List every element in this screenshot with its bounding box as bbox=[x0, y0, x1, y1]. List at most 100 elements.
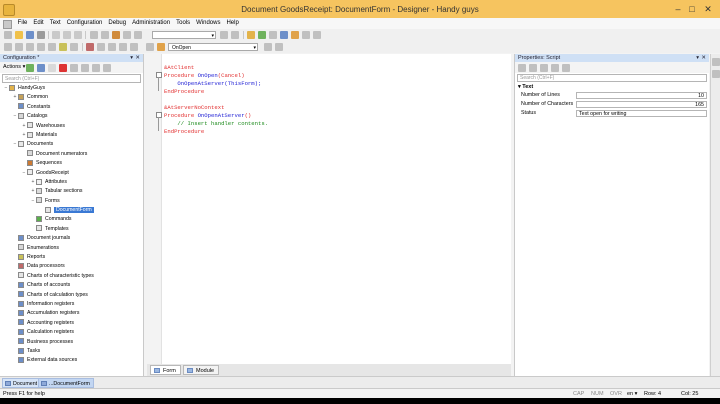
code-line[interactable]: &AtClient bbox=[164, 64, 194, 72]
filter-icon[interactable] bbox=[103, 64, 111, 72]
find-icon[interactable] bbox=[112, 31, 120, 39]
config-icon[interactable] bbox=[247, 31, 255, 39]
copy-icon[interactable] bbox=[63, 31, 71, 39]
tree-item[interactable]: Calculation registers bbox=[0, 328, 143, 337]
procedure-combo[interactable]: OnOpen ▾ bbox=[168, 43, 258, 51]
replace-icon[interactable] bbox=[123, 31, 131, 39]
tree-item[interactable]: Data processors bbox=[0, 262, 143, 271]
property-group[interactable]: ▾ Text bbox=[515, 83, 709, 91]
cut-icon[interactable] bbox=[52, 31, 60, 39]
redo-icon[interactable] bbox=[101, 31, 109, 39]
tree-item[interactable]: + Attributes bbox=[0, 178, 143, 187]
code-line[interactable]: &AtServerNoContext bbox=[164, 104, 224, 112]
sort-icon[interactable] bbox=[92, 64, 100, 72]
tree-item[interactable]: − GoodsReceipt bbox=[0, 169, 143, 178]
template-icon[interactable] bbox=[119, 43, 127, 51]
copy-icon[interactable] bbox=[48, 64, 56, 72]
goto-icon[interactable] bbox=[134, 31, 142, 39]
tree-item[interactable]: Commands bbox=[0, 215, 143, 224]
tree-item[interactable]: Tasks bbox=[0, 347, 143, 356]
pin-icon[interactable]: ▾ bbox=[696, 54, 699, 62]
search-combo[interactable]: ▾ bbox=[152, 31, 216, 39]
code-line[interactable]: EndProcedure bbox=[164, 128, 204, 136]
close-icon[interactable]: ✕ bbox=[701, 54, 706, 62]
tree-item[interactable]: Accumulation registers bbox=[0, 309, 143, 318]
search-next-icon[interactable] bbox=[220, 31, 228, 39]
configuration-search-input[interactable]: Search (Ctrl+F) bbox=[2, 74, 141, 83]
code-editor[interactable]: &AtClient Procedure OnOpen(Cancel) OnOpen… bbox=[147, 54, 511, 364]
property-value[interactable]: 10 bbox=[576, 92, 707, 99]
add-icon[interactable] bbox=[26, 64, 34, 72]
tree-item[interactable]: External data sources bbox=[0, 356, 143, 365]
close-button[interactable]: ✕ bbox=[702, 3, 714, 15]
code-line[interactable]: EndProcedure bbox=[164, 88, 204, 96]
code-line[interactable]: Procedure OnOpen(Cancel) bbox=[164, 72, 245, 80]
menu-file[interactable]: File bbox=[15, 18, 31, 29]
tree-item[interactable]: − Forms bbox=[0, 197, 143, 206]
side-tool-icon[interactable] bbox=[712, 70, 720, 78]
property-value[interactable]: 165 bbox=[576, 101, 707, 108]
menu-configuration[interactable]: Configuration bbox=[64, 18, 106, 29]
new-icon[interactable] bbox=[4, 31, 12, 39]
tree-item[interactable]: − Catalogs bbox=[0, 112, 143, 121]
uncomment-icon[interactable] bbox=[37, 43, 45, 51]
expand-icon[interactable] bbox=[108, 43, 116, 51]
tree-item[interactable]: − Documents bbox=[0, 140, 143, 149]
launch-icon[interactable] bbox=[291, 31, 299, 39]
tree-item[interactable]: − HandyGuys bbox=[0, 84, 143, 93]
debug-run-icon[interactable] bbox=[280, 31, 288, 39]
structure-icon[interactable] bbox=[275, 43, 283, 51]
tree-item[interactable]: + Materials bbox=[0, 131, 143, 140]
fold-toggle[interactable] bbox=[156, 72, 162, 78]
property-value[interactable]: Text open for writing bbox=[576, 110, 707, 117]
actions-menu[interactable]: Actions ▾ bbox=[3, 64, 25, 70]
move-up-icon[interactable] bbox=[70, 64, 78, 72]
tree-item[interactable]: Document journals bbox=[0, 234, 143, 243]
help-icon[interactable] bbox=[313, 31, 321, 39]
menu-app-icon[interactable] bbox=[3, 20, 12, 29]
find-procedure-icon[interactable] bbox=[264, 43, 272, 51]
properties-search-input[interactable]: Search (Ctrl+F) bbox=[517, 74, 707, 82]
minimize-button[interactable]: – bbox=[672, 3, 684, 15]
window-tab[interactable]: ...DocumentForm bbox=[38, 378, 94, 388]
undo-icon[interactable] bbox=[90, 31, 98, 39]
update-icon[interactable] bbox=[258, 31, 266, 39]
tree-item[interactable]: Enumerations bbox=[0, 244, 143, 253]
side-tool-icon[interactable] bbox=[712, 58, 720, 66]
paste-icon[interactable] bbox=[74, 31, 82, 39]
filter-icon[interactable] bbox=[551, 64, 559, 72]
code-line[interactable]: OnOpenAtServer(ThisForm); bbox=[164, 80, 261, 88]
bookmark-icon[interactable] bbox=[59, 43, 67, 51]
move-down-icon[interactable] bbox=[81, 64, 89, 72]
alphabetical-icon[interactable] bbox=[529, 64, 537, 72]
code-line[interactable]: // Insert handler contents. bbox=[164, 120, 268, 128]
tree-item[interactable]: Templates bbox=[0, 225, 143, 234]
refresh-icon[interactable] bbox=[562, 64, 570, 72]
syntax-check-icon[interactable] bbox=[302, 31, 310, 39]
tree-item[interactable]: Charts of accounts bbox=[0, 281, 143, 290]
tree-item[interactable]: Constants bbox=[0, 103, 143, 112]
tree-item[interactable]: + Tabular sections bbox=[0, 187, 143, 196]
edit-icon[interactable] bbox=[37, 64, 45, 72]
menu-help[interactable]: Help bbox=[223, 18, 241, 29]
menu-edit[interactable]: Edit bbox=[30, 18, 46, 29]
categorized-icon[interactable] bbox=[518, 64, 526, 72]
procedure-list-icon[interactable] bbox=[130, 43, 138, 51]
outdent-icon[interactable] bbox=[15, 43, 23, 51]
tree-item[interactable]: Business processes bbox=[0, 338, 143, 347]
menu-text[interactable]: Text bbox=[47, 18, 64, 29]
tree-item[interactable]: Information registers bbox=[0, 300, 143, 309]
group-icon[interactable] bbox=[540, 64, 548, 72]
format-icon[interactable] bbox=[70, 43, 78, 51]
code-line[interactable]: Procedure OnOpenAtServer() bbox=[164, 112, 251, 120]
tree-item[interactable]: Charts of calculation types bbox=[0, 291, 143, 300]
maximize-button[interactable]: □ bbox=[686, 3, 698, 15]
tree-item[interactable]: Sequences bbox=[0, 159, 143, 168]
comment-icon[interactable] bbox=[26, 43, 34, 51]
collapse-icon[interactable] bbox=[97, 43, 105, 51]
wrap-icon[interactable] bbox=[48, 43, 56, 51]
delete-icon[interactable] bbox=[59, 64, 67, 72]
search-prev-icon[interactable] bbox=[231, 31, 239, 39]
tree-item[interactable]: DocumentForm bbox=[0, 206, 143, 215]
close-icon[interactable]: ✕ bbox=[135, 54, 140, 62]
